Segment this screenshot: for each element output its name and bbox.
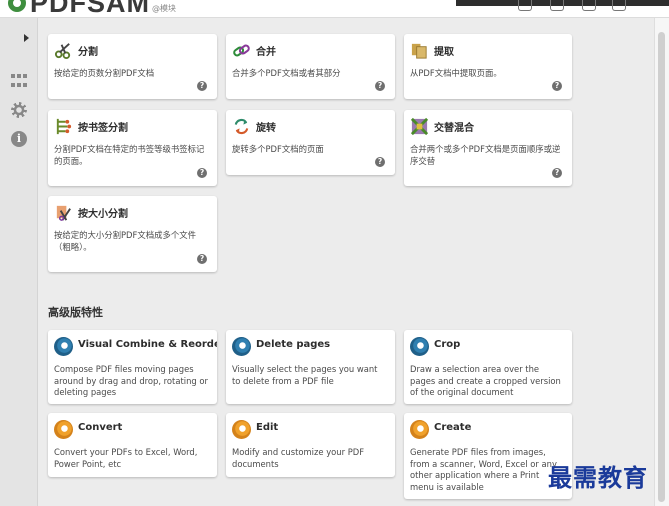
scrollbar-thumb[interactable] xyxy=(658,32,665,502)
top-bar: PDFSAM @模块 xyxy=(0,0,669,18)
premium-description: Generate PDF files from images, from a s… xyxy=(410,447,557,492)
sidebar: i xyxy=(0,18,38,506)
premium-title: Edit xyxy=(256,422,279,433)
settings-gear-icon[interactable] xyxy=(11,102,27,118)
module-title: 旋转 xyxy=(256,123,276,134)
pdfsam-blue-icon xyxy=(54,337,73,356)
premium-title: Crop xyxy=(434,339,461,350)
premium-title: Convert xyxy=(78,422,123,433)
premium-card-edit[interactable]: Edit Modify and customize your PDF docum… xyxy=(226,413,395,477)
size-split-icon xyxy=(56,205,71,221)
pdfsam-blue-icon xyxy=(410,337,429,356)
module-description: 按给定的页数分割PDF文档 xyxy=(54,68,155,78)
module-title: 按大小分割 xyxy=(78,209,128,220)
expand-arrow-icon[interactable] xyxy=(24,34,29,42)
logs-icon[interactable] xyxy=(582,0,596,11)
menu-icon[interactable] xyxy=(612,0,626,11)
extract-icon xyxy=(411,43,427,59)
premium-description: Draw a selection area over the pages and… xyxy=(410,364,561,397)
module-title: 交替混合 xyxy=(434,123,474,134)
pdfsam-logo-icon xyxy=(8,0,26,12)
module-title: 合并 xyxy=(256,47,276,58)
pdfsam-orange-icon xyxy=(54,420,73,439)
help-icon[interactable]: ? xyxy=(375,157,385,167)
module-card-extract[interactable]: 提取 从PDF文档中提取页面。 ? xyxy=(404,34,572,99)
scissors-icon xyxy=(54,43,71,60)
app-logo-text: PDFSAM xyxy=(30,0,150,18)
module-card-merge[interactable]: 合并 合并多个PDF文档或者其部分 ? xyxy=(226,34,395,99)
premium-card-convert[interactable]: Convert Convert your PDFs to Excel, Word… xyxy=(48,413,217,477)
module-description: 合并多个PDF文档或者其部分 xyxy=(232,68,341,78)
module-card-split-by-size[interactable]: 按大小分割 按给定的大小分割PDF文档成多个文件（粗略）。 ? xyxy=(48,196,217,272)
pdfsam-orange-icon xyxy=(410,420,429,439)
module-description: 旋转多个PDF文档的页面 xyxy=(232,144,324,154)
premium-card-visual-combine[interactable]: Visual Combine & Reorder Compose PDF fil… xyxy=(48,330,217,404)
premium-description: Modify and customize your PDF documents xyxy=(232,447,365,469)
watermark-text: 最需教育 xyxy=(548,463,648,492)
module-description: 分割PDF文档在特定的书签等级书签标记的页面。 xyxy=(54,144,205,166)
chain-link-icon xyxy=(233,44,250,57)
premium-card-crop[interactable]: Crop Draw a selection area over the page… xyxy=(404,330,572,404)
rotate-icon xyxy=(234,118,249,135)
help-icon[interactable]: ? xyxy=(197,81,207,91)
module-card-alternate-mix[interactable]: 交替混合 合并两个或多个PDF文档是页面顺序或逆序交替 ? xyxy=(404,110,572,186)
premium-description: Visually select the pages you want to de… xyxy=(232,364,378,386)
info-icon[interactable]: i xyxy=(11,131,27,147)
bookmark-split-icon xyxy=(56,118,72,135)
home-icon[interactable] xyxy=(518,0,532,11)
premium-description: Convert your PDFs to Excel, Word, Power … xyxy=(54,447,198,469)
app-logo-subtitle: @模块 xyxy=(152,4,176,13)
module-title: 分割 xyxy=(78,47,98,58)
module-description: 按给定的大小分割PDF文档成多个文件（粗略）。 xyxy=(54,230,196,252)
dashboard-grid-icon[interactable] xyxy=(11,74,27,90)
module-title: 按书签分割 xyxy=(78,123,128,134)
module-card-rotate[interactable]: 旋转 旋转多个PDF文档的页面 ? xyxy=(226,110,395,175)
module-title: 提取 xyxy=(434,47,454,58)
help-icon[interactable]: ? xyxy=(552,168,562,178)
module-card-split-by-bookmarks[interactable]: 按书签分割 分割PDF文档在特定的书签等级书签标记的页面。 ? xyxy=(48,110,217,186)
premium-card-create[interactable]: Create Generate PDF files from images, f… xyxy=(404,413,572,499)
premium-title: Delete pages xyxy=(256,339,331,350)
module-card-split[interactable]: 分割 按给定的页数分割PDF文档 ? xyxy=(48,34,217,99)
module-description: 从PDF文档中提取页面。 xyxy=(410,68,502,78)
pdfsam-blue-icon xyxy=(232,337,251,356)
alternate-mix-icon xyxy=(410,117,429,136)
help-icon[interactable]: ? xyxy=(197,168,207,178)
module-description: 合并两个或多个PDF文档是页面顺序或逆序交替 xyxy=(410,144,561,166)
help-icon[interactable]: ? xyxy=(197,254,207,264)
vertical-scrollbar[interactable] xyxy=(654,18,669,506)
premium-title: Visual Combine & Reorder xyxy=(78,339,217,350)
help-icon[interactable]: ? xyxy=(375,81,385,91)
premium-card-delete-pages[interactable]: Delete pages Visually select the pages y… xyxy=(226,330,395,404)
news-icon[interactable] xyxy=(550,0,564,11)
pdfsam-orange-icon xyxy=(232,420,251,439)
premium-description: Compose PDF files moving pages around by… xyxy=(54,364,208,397)
help-icon[interactable]: ? xyxy=(552,81,562,91)
premium-features-heading: 高级版特性 xyxy=(48,306,103,319)
premium-title: Create xyxy=(434,422,472,433)
